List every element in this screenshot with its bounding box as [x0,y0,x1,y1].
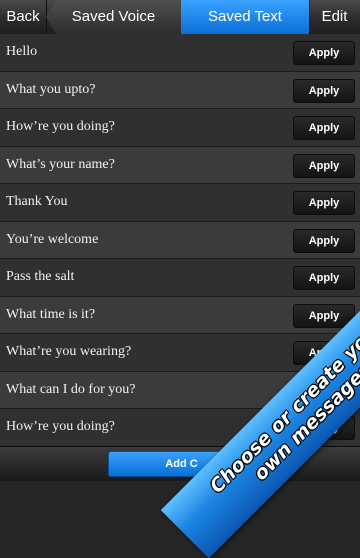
list-item[interactable]: What’s your name? Apply [0,146,360,184]
item-text: How’re you doing? [6,419,115,434]
list-item[interactable]: How’re you doing? Apply [0,109,360,147]
apply-button[interactable]: Apply [293,41,355,65]
item-text: What you upto? [6,81,96,97]
item-text: Hello [6,44,38,59]
item-text: What’re you wearing? [6,344,132,359]
apply-button[interactable]: Apply [293,228,355,253]
apply-button[interactable]: Apply [293,153,355,178]
top-nav-bar: Back Saved Voice Saved Text Edit [0,0,360,35]
tab-saved-text[interactable]: Saved Text [181,0,309,34]
item-text: What’s your name? [6,156,115,172]
apply-button[interactable]: Apply [293,78,355,103]
apply-button[interactable]: Apply [293,191,355,215]
list-item[interactable]: What you upto? Apply [0,71,360,109]
apply-button[interactable]: Apply [293,266,355,290]
list-item[interactable]: What time is it? Apply [0,296,360,334]
back-button[interactable]: Back [0,0,46,34]
apply-button[interactable]: Apply [293,116,355,140]
list-item[interactable]: You’re welcome Apply [0,221,360,259]
item-text: What time is it? [6,306,96,322]
list-item[interactable]: Thank You Apply [0,184,360,222]
item-text: What can I do for you? [6,381,136,397]
item-text: You’re welcome [6,231,99,247]
list-item[interactable]: Pass the salt Apply [0,259,360,297]
item-text: Thank You [6,194,68,209]
edit-button[interactable]: Edit [309,0,360,34]
item-text: Pass the salt [6,269,75,284]
tab-saved-voice[interactable]: Saved Voice [46,0,181,34]
item-text: How’re you doing? [6,119,115,134]
list-item[interactable]: Hello Apply [0,34,360,72]
